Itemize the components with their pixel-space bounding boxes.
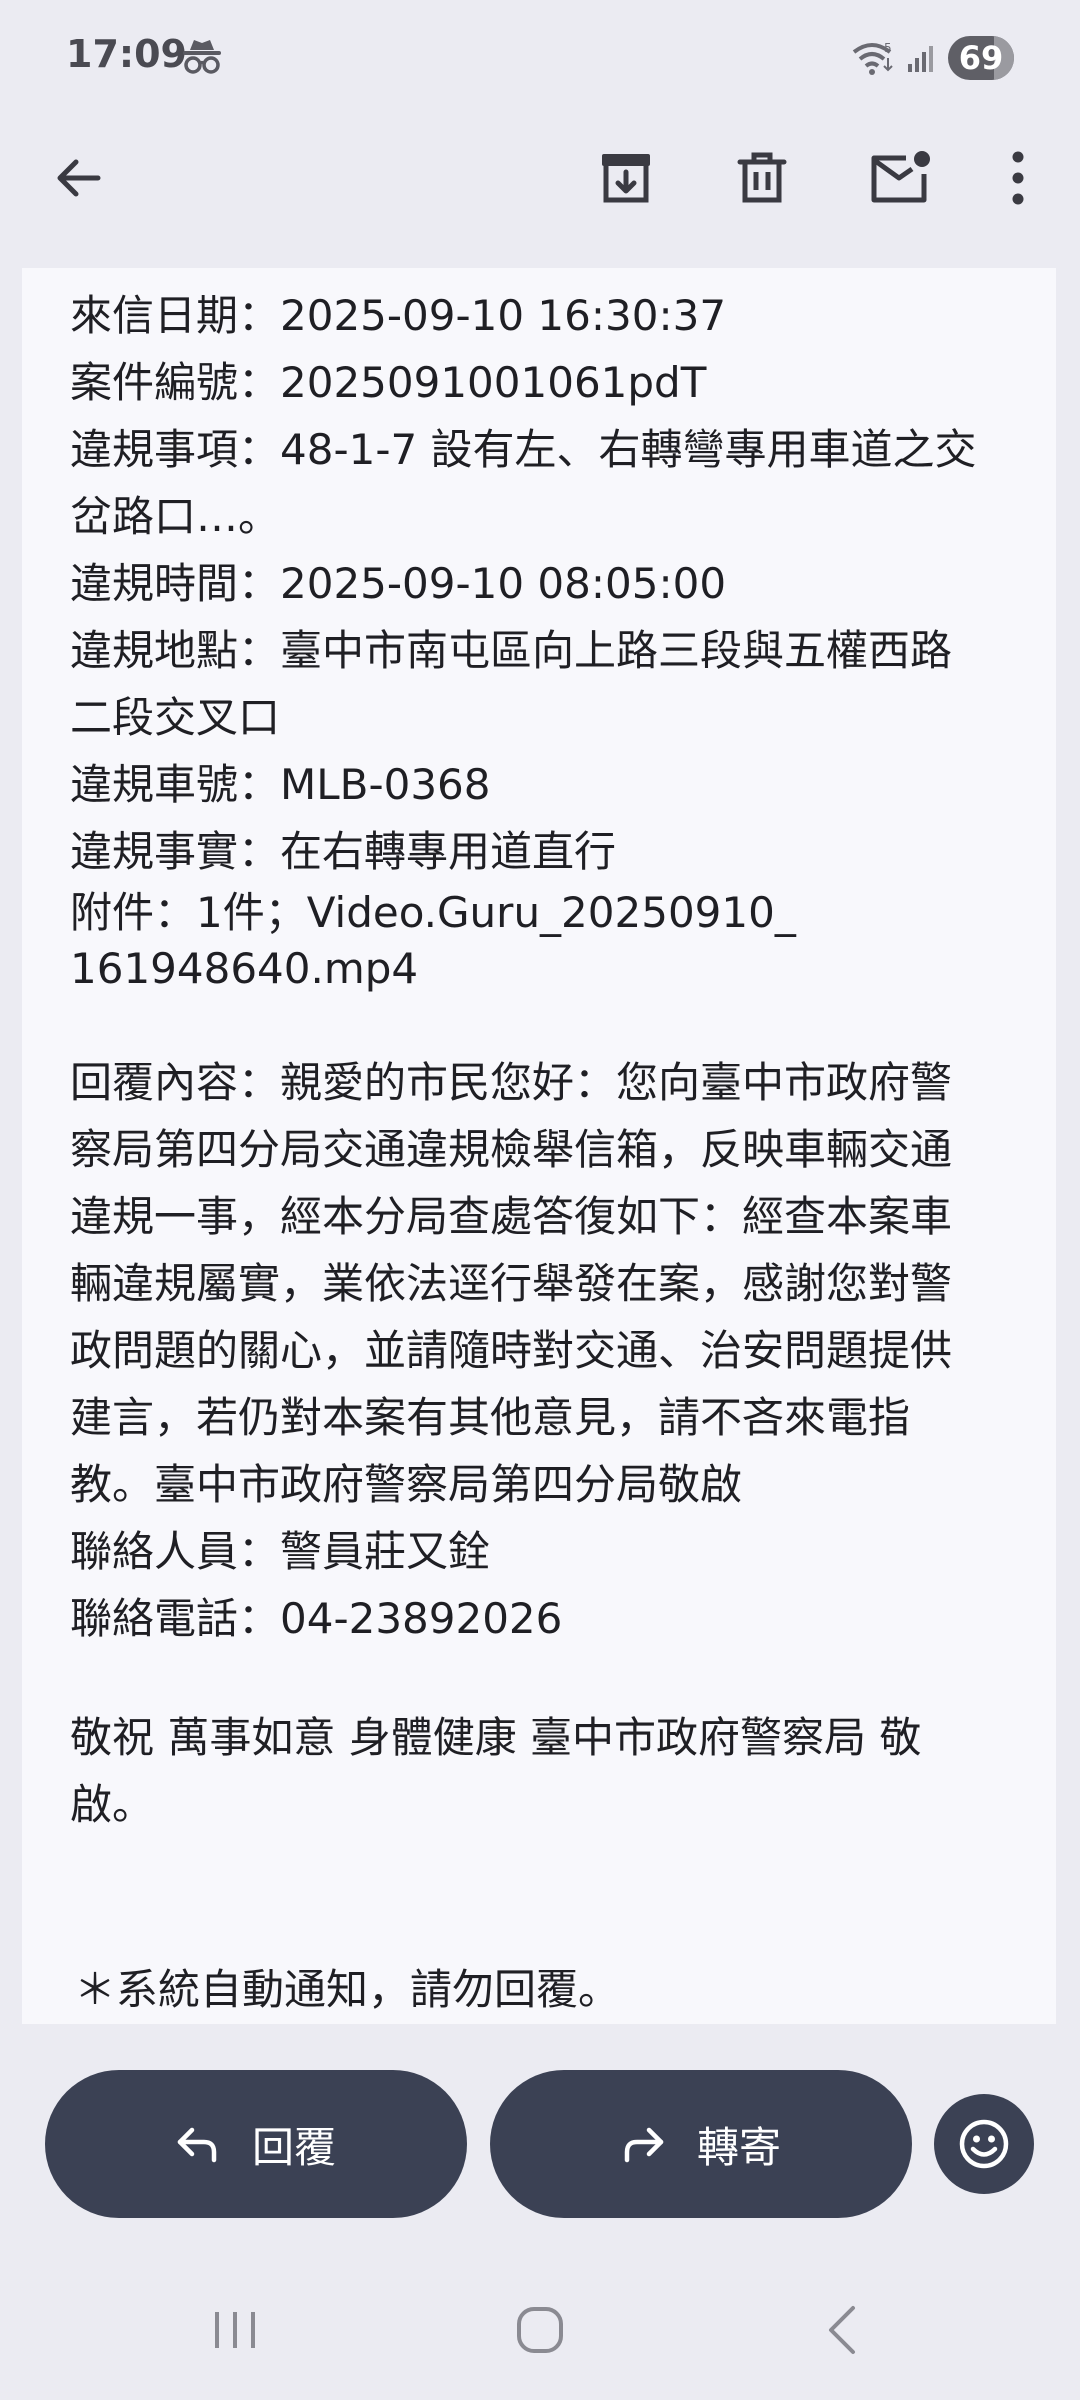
trash-icon — [737, 152, 787, 203]
mail-case-number: 案件編號：2025091001061pdT — [70, 358, 707, 407]
home-icon[interactable] — [510, 2300, 570, 2360]
mail-reply-content: 教。臺中市政府警察局第四分局敬啟 — [70, 1460, 743, 1509]
mail-attachment[interactable]: 附件：1件；Video.Guru_20250910_ — [70, 885, 1034, 941]
mail-closing: 敬祝 萬事如意 身體健康 臺中市政府警察局 敬 — [70, 1713, 922, 1762]
emoji-icon — [959, 2119, 1009, 2169]
mail-violation-place: 違規地點：臺中市南屯區向上路三段與五權西路 — [70, 626, 953, 675]
emoji-reaction-button[interactable] — [934, 2094, 1034, 2194]
email-body-card[interactable]: 來信日期：2025-09-10 16:30:37 案件編號：2025091001… — [22, 268, 1056, 2024]
mail-reply-content: 違規一事，經本分局查處答復如下：經查本案車 — [70, 1192, 953, 1241]
forward-button[interactable]: 轉寄 — [490, 2070, 912, 2218]
back-button[interactable] — [38, 138, 118, 218]
archive-button[interactable] — [586, 138, 666, 218]
mail-violation-fact: 違規事實：在右轉專用道直行 — [70, 827, 617, 876]
mail-violation-item: 違規事項：48-1-7 設有左、右轉彎專用車道之交 — [70, 425, 977, 474]
status-bar: 17:09 5 69 — [0, 0, 1080, 118]
mail-unread-icon — [871, 151, 930, 203]
mail-reply-content: 察局第四分局交通違規檢舉信箱，反映車輛交通 — [70, 1125, 953, 1174]
nav-back-icon[interactable] — [815, 2300, 875, 2360]
mail-violation-time: 違規時間：2025-09-10 08:05:00 — [70, 559, 727, 608]
reply-icon — [177, 2127, 217, 2163]
wifi-icon: 5 — [852, 41, 893, 75]
mail-auto-notice: ＊系統自動通知，請勿回覆。 — [74, 1965, 621, 2014]
signal-icon — [908, 46, 933, 72]
mail-violation-item-cont: 岔路口…。 — [70, 492, 281, 541]
mail-contact-phone[interactable]: 聯絡電話：04-23892026 — [70, 1585, 1034, 1652]
delete-button[interactable] — [722, 138, 802, 218]
mail-contact-person: 聯絡人員：警員莊又銓 — [70, 1527, 491, 1576]
mail-reply-content: 輛違規屬實，業依法逕行舉發在案，感謝您對警 — [70, 1259, 953, 1308]
mail-reply-content: 政問題的關心，並請隨時對交通、治安問題提供 — [70, 1326, 953, 1375]
more-options-button[interactable] — [978, 138, 1058, 218]
reply-button[interactable]: 回覆 — [45, 2070, 467, 2218]
reply-label: 回覆 — [251, 2122, 336, 2172]
status-time: 17:09 — [66, 32, 187, 76]
more-vertical-icon — [1012, 151, 1024, 205]
archive-icon — [602, 154, 650, 203]
mail-date: 來信日期：2025-09-10 16:30:37 — [70, 291, 727, 340]
forward-label: 轉寄 — [696, 2122, 781, 2172]
mail-reply-content: 建言，若仍對本案有其他意見，請不吝來電指 — [70, 1393, 911, 1442]
battery-indicator: 69 — [948, 36, 1014, 80]
mail-closing-cont: 啟。 — [70, 1780, 155, 1829]
email-body: 來信日期：2025-09-10 16:30:37 案件編號：2025091001… — [70, 282, 1034, 2023]
forward-icon — [624, 2127, 664, 2163]
mail-attachment-filename[interactable]: 161948640.mp4 — [70, 941, 1034, 997]
mail-plate-number: 違規車號：MLB-0368 — [70, 760, 491, 809]
svg-text:5: 5 — [884, 41, 892, 55]
battery-level: 69 — [958, 39, 1004, 77]
mark-unread-button[interactable] — [860, 138, 940, 218]
incognito-icon — [183, 40, 221, 74]
arrow-left-icon — [57, 159, 101, 197]
recents-icon[interactable] — [205, 2300, 265, 2360]
mail-reply-content: 回覆內容：親愛的市民您好：您向臺中市政府警 — [70, 1058, 953, 1107]
mail-violation-place-cont: 二段交叉口 — [70, 693, 281, 742]
